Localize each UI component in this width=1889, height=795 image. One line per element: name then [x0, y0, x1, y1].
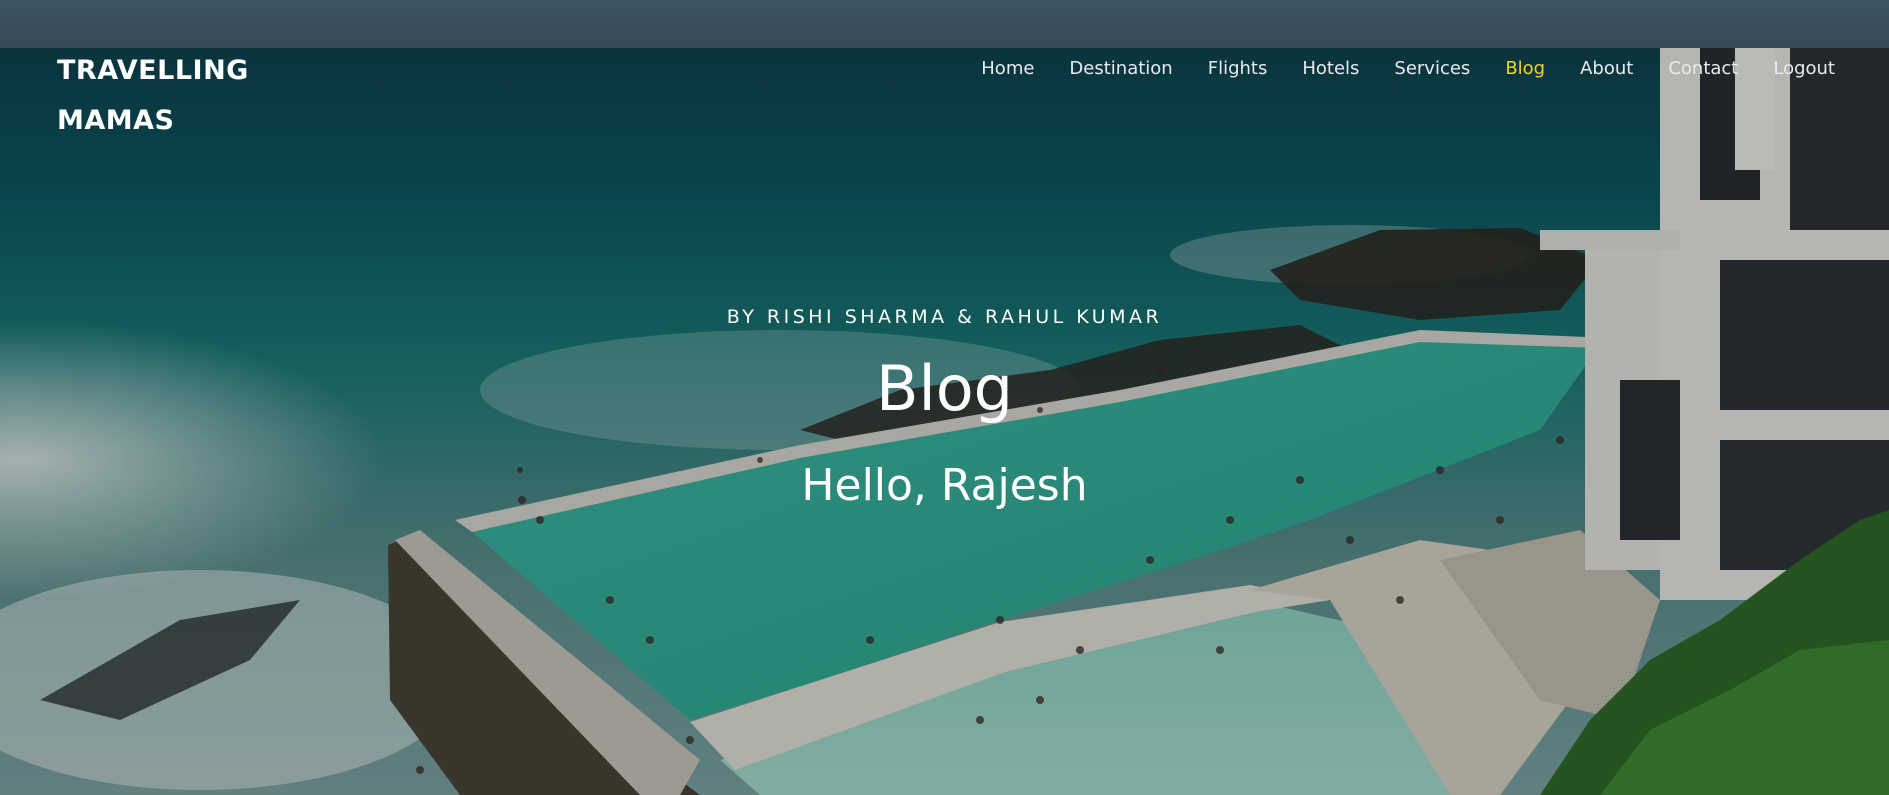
nav-item-about[interactable]: About [1580, 55, 1633, 83]
main-nav: Home Destination Flights Hotels Services… [946, 55, 1835, 83]
nav-item-blog[interactable]: Blog [1505, 55, 1545, 83]
nav-item-hotels[interactable]: Hotels [1302, 55, 1359, 83]
nav-item-logout[interactable]: Logout [1773, 55, 1835, 83]
nav-item-flights[interactable]: Flights [1208, 55, 1268, 83]
hero-byline: BY RISHI SHARMA & RAHUL KUMAR [726, 306, 1163, 328]
top-strip [0, 0, 1889, 48]
hero-section: TRAVELLING MAMAS Home Destination Flight… [0, 0, 1889, 795]
nav-item-destination[interactable]: Destination [1069, 55, 1172, 83]
page-title: Blog [875, 352, 1014, 425]
nav-item-home[interactable]: Home [981, 55, 1034, 83]
nav-item-contact[interactable]: Contact [1668, 55, 1738, 83]
brand-line-1: TRAVELLING [57, 55, 249, 86]
user-greeting: Hello, Rajesh [801, 460, 1088, 511]
nav-item-services[interactable]: Services [1394, 55, 1470, 83]
brand-logo[interactable]: TRAVELLING MAMAS [57, 46, 297, 146]
brand-line-2: MAMAS [57, 105, 175, 136]
